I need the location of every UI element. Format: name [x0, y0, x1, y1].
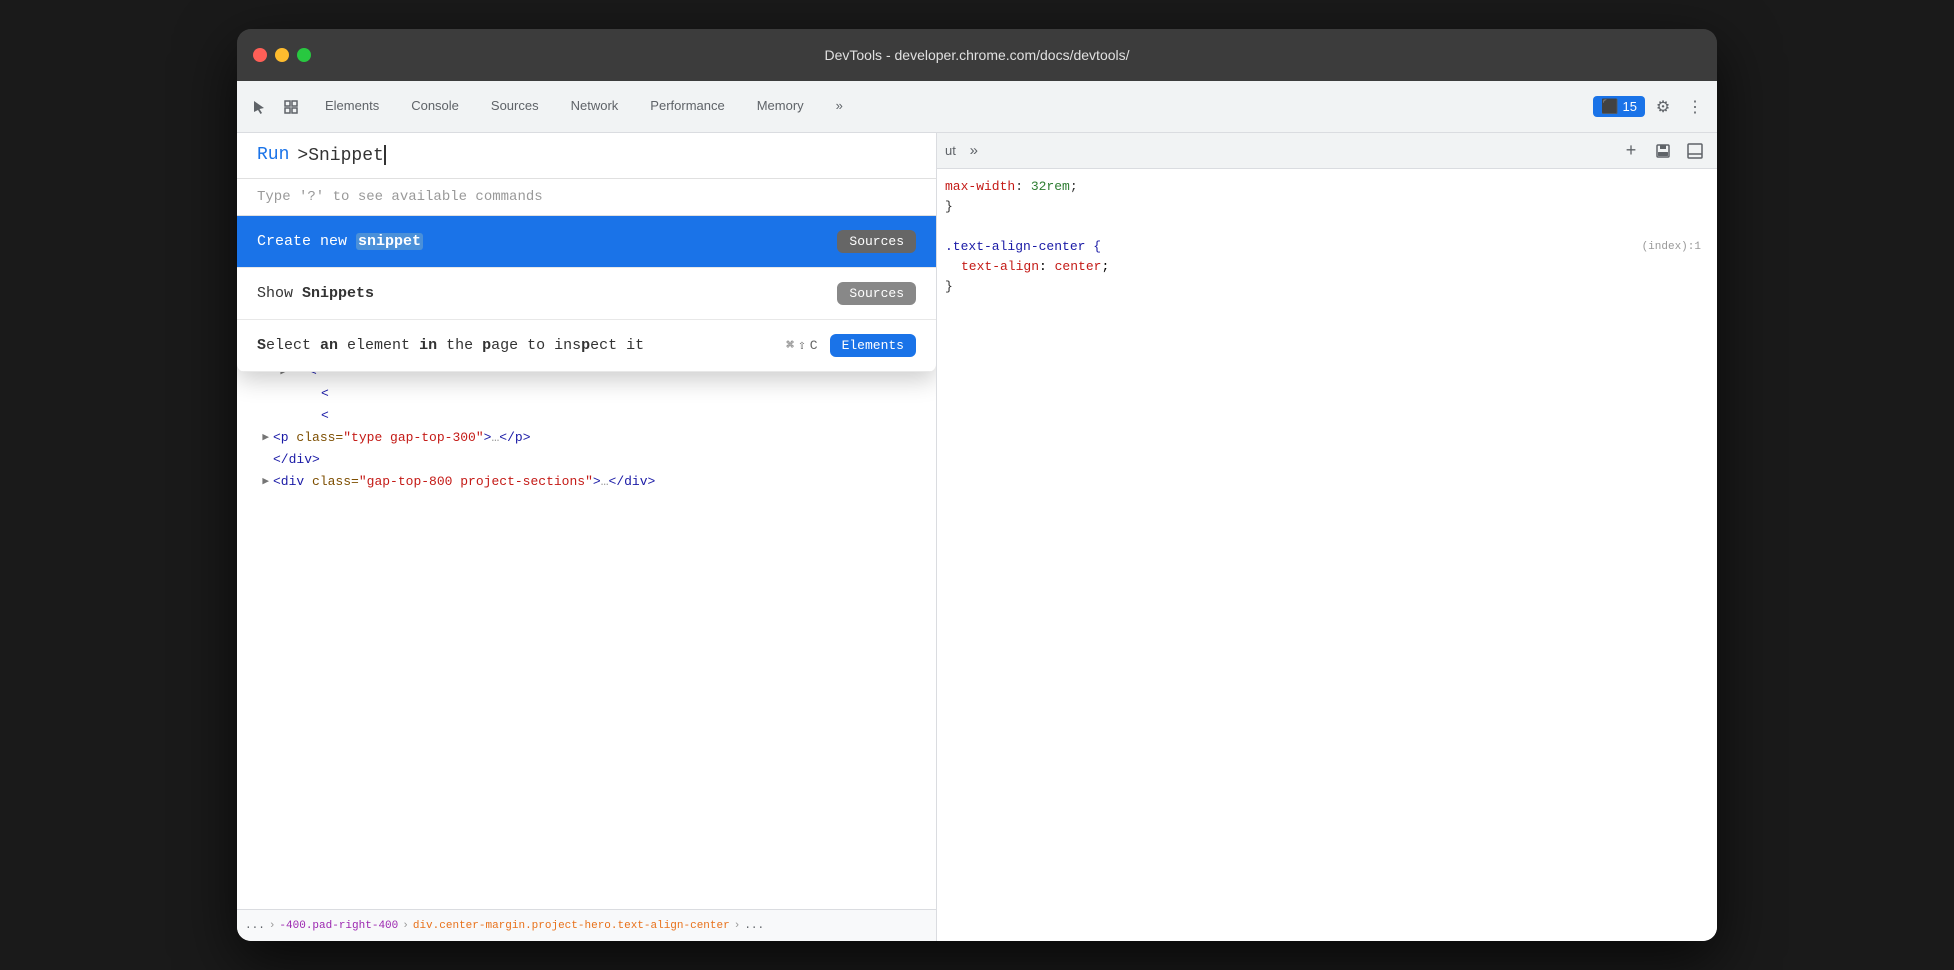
- html-line: <: [237, 405, 936, 427]
- tab-performance[interactable]: Performance: [634, 81, 740, 132]
- select-bold-an: an: [320, 337, 338, 354]
- dock-icon[interactable]: [1681, 137, 1709, 165]
- breadcrumb-ellipsis-left[interactable]: ...: [245, 920, 265, 932]
- breadcrumb-class-left[interactable]: -400.pad-right-400: [279, 920, 398, 932]
- issues-badge[interactable]: ⬛ 15: [1593, 96, 1645, 117]
- select-bold-page: p: [482, 337, 491, 354]
- shortcut-cmd: ⌘: [786, 338, 794, 353]
- cursor-icon[interactable]: [245, 93, 273, 121]
- shortcut-key: C: [810, 338, 818, 353]
- css-text-align-row: text-align: center;: [945, 257, 1709, 277]
- tab-elements[interactable]: Elements: [309, 81, 395, 132]
- command-item-select-element[interactable]: Select an element in the page to inspect…: [237, 320, 936, 372]
- toolbar: Elements Console Sources Network Perform…: [237, 81, 1717, 133]
- devtools-body: Elements Console Sources Network Perform…: [237, 81, 1717, 941]
- select-bold-in: in: [419, 337, 437, 354]
- run-label: Run: [257, 145, 289, 165]
- command-item-create-text: Create new snippet: [257, 233, 837, 250]
- command-item-show-text: Show Snippets: [257, 285, 837, 302]
- devtools-window: DevTools - developer.chrome.com/docs/dev…: [237, 29, 1717, 941]
- issues-count: 15: [1623, 99, 1637, 114]
- tab-list: Elements Console Sources Network Perform…: [309, 81, 859, 132]
- breadcrumb-ellipsis-right[interactable]: ...: [744, 920, 764, 932]
- tab-more[interactable]: »: [820, 81, 859, 132]
- css-content[interactable]: max-width: 32rem; } .text-align-center {…: [937, 169, 1717, 941]
- settings-icon[interactable]: ⚙: [1649, 93, 1677, 121]
- right-toolbar: ut » +: [937, 133, 1717, 169]
- html-line: ▶ <div class="gap-top-800 project-sectio…: [237, 471, 936, 493]
- cursor: [384, 145, 386, 165]
- breadcrumb-class-main[interactable]: div.center-margin.project-hero.text-alig…: [413, 920, 730, 932]
- command-input-row: Run >Snippet: [237, 133, 936, 179]
- css-entry-brace-close: }: [945, 197, 1709, 217]
- css-close-brace-row: }: [945, 277, 1709, 297]
- css-panel: ut » +: [937, 133, 1717, 941]
- content-area: Run >Snippet Type '?' to see available c…: [237, 133, 1717, 941]
- snippet-highlight: snippet: [356, 233, 423, 250]
- command-item-show-snippets[interactable]: Show Snippets Sources: [237, 268, 936, 320]
- more-options-icon[interactable]: ⋮: [1681, 93, 1709, 121]
- command-item-select-badge: Elements: [830, 334, 916, 357]
- css-entry-max-width: max-width: 32rem;: [945, 177, 1709, 197]
- toolbar-right: ⬛ 15 ⚙ ⋮: [1593, 93, 1709, 121]
- output-label: ut: [945, 143, 956, 158]
- command-shortcut: ⌘ ⇧ C: [786, 338, 817, 353]
- minimize-button[interactable]: [275, 48, 289, 62]
- tab-memory[interactable]: Memory: [741, 81, 820, 132]
- right-more-icon[interactable]: »: [960, 137, 988, 165]
- close-button[interactable]: [253, 48, 267, 62]
- html-line: <: [237, 383, 936, 405]
- css-selector-row: .text-align-center { (index):1: [945, 237, 1709, 257]
- command-hint: Type '?' to see available commands: [237, 179, 936, 216]
- command-item-show-badge: Sources: [837, 282, 916, 305]
- tab-console[interactable]: Console: [395, 81, 475, 132]
- titlebar: DevTools - developer.chrome.com/docs/dev…: [237, 29, 1717, 81]
- traffic-lights: [253, 48, 311, 62]
- command-item-create-badge: Sources: [837, 230, 916, 253]
- command-item-select-text: Select an element in the page to inspect…: [257, 337, 786, 354]
- command-menu[interactable]: Run >Snippet Type '?' to see available c…: [237, 133, 936, 372]
- maximize-button[interactable]: [297, 48, 311, 62]
- html-line: </div>: [237, 449, 936, 471]
- command-item-create-snippet[interactable]: Create new snippet Sources: [237, 216, 936, 268]
- shortcut-shift: ⇧: [798, 338, 806, 353]
- tab-network[interactable]: Network: [555, 81, 635, 132]
- inspect-icon[interactable]: [277, 93, 305, 121]
- issues-icon: ⬛: [1601, 98, 1618, 115]
- html-line: ▶ <p class="type gap-top-300">…</p>: [237, 427, 936, 449]
- save-icon[interactable]: [1649, 137, 1677, 165]
- command-input[interactable]: >Snippet: [297, 145, 385, 166]
- add-rule-icon[interactable]: +: [1617, 137, 1645, 165]
- select-bold-p: p: [581, 337, 590, 354]
- elements-panel: Run >Snippet Type '?' to see available c…: [237, 133, 937, 941]
- breadcrumb-bar: ... › -400.pad-right-400 › div.center-ma…: [237, 909, 936, 941]
- snippets-bold: Snippets: [302, 285, 374, 302]
- window-title: DevTools - developer.chrome.com/docs/dev…: [824, 47, 1129, 63]
- select-bold-s: S: [257, 337, 266, 354]
- tab-sources[interactable]: Sources: [475, 81, 555, 132]
